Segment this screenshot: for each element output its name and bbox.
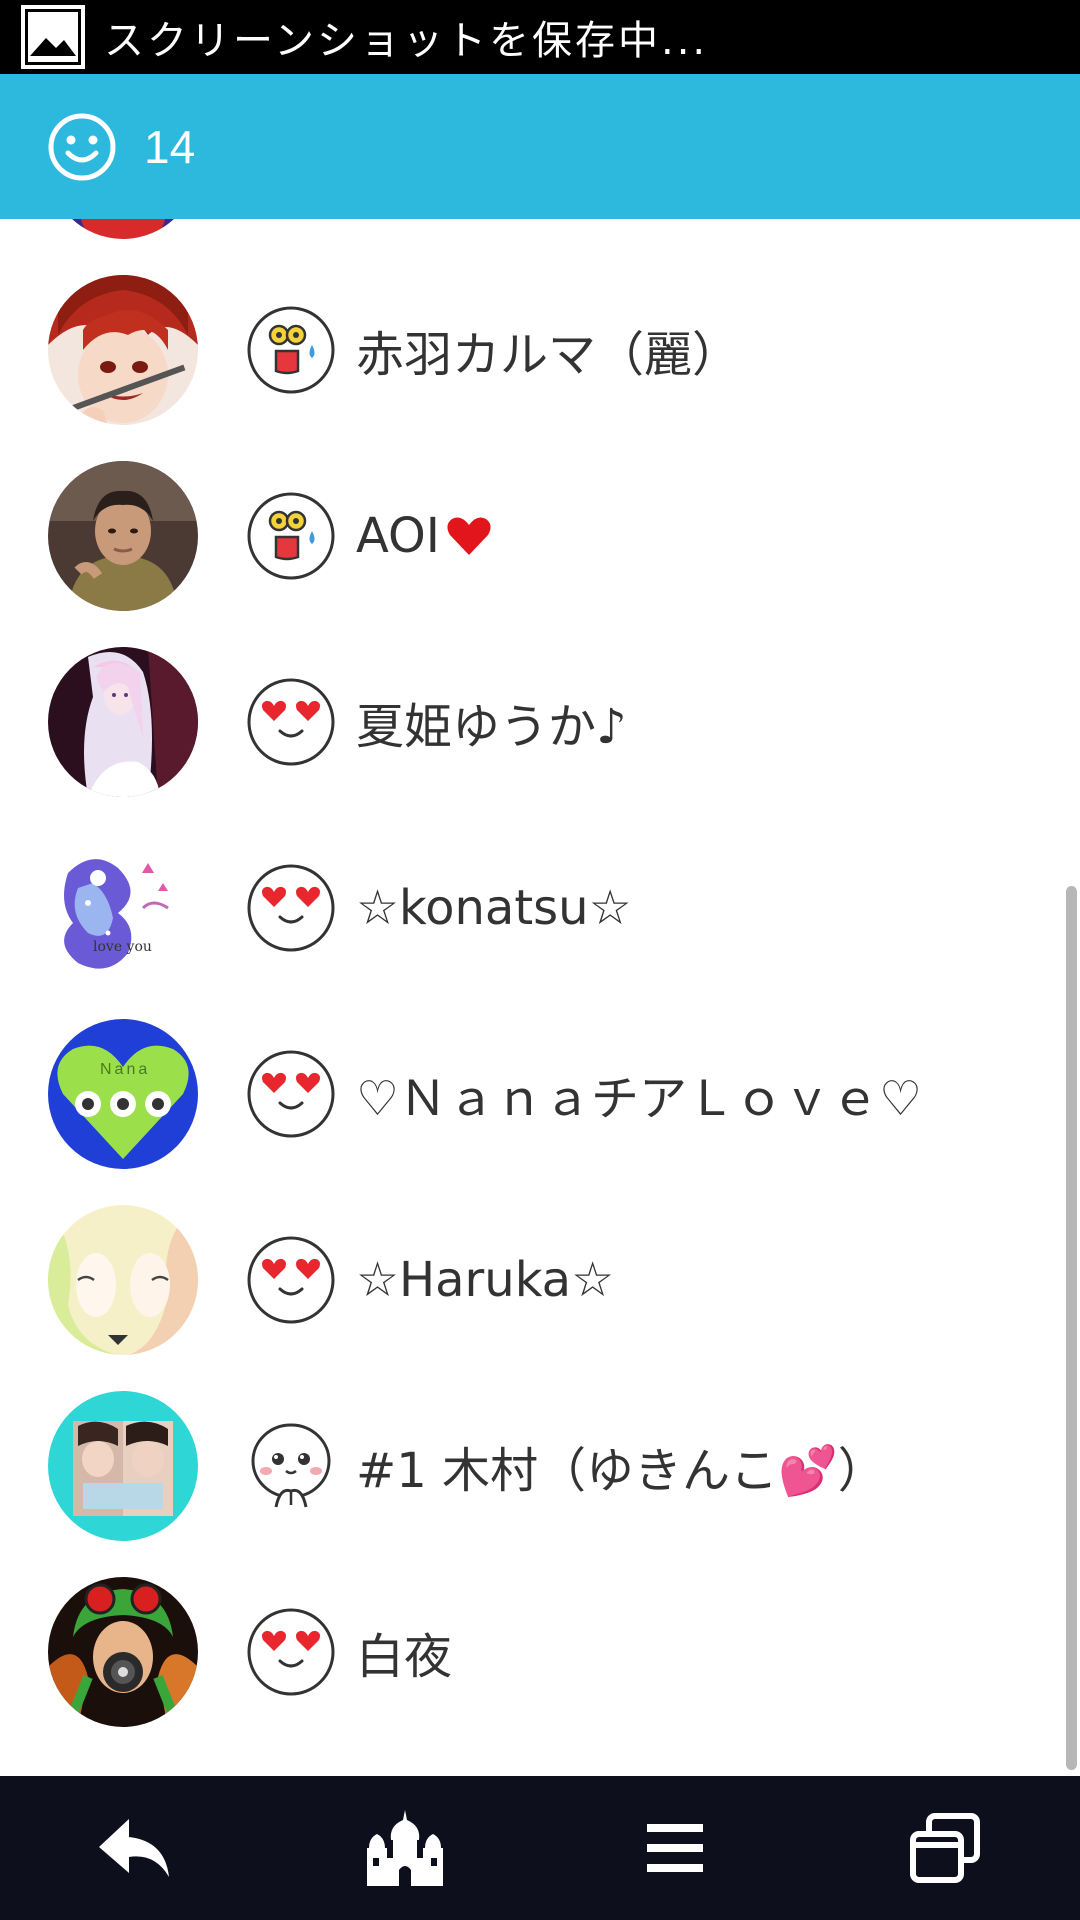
scared-face-icon [247,306,335,394]
user-name[interactable]: 夏姫ゆうか♪ [356,687,627,757]
heart-eyes-face-icon [247,678,335,766]
list-item[interactable]: #1 木村（ゆきんこ💕） [0,1373,1060,1559]
scrollbar[interactable] [1066,886,1077,1770]
avatar[interactable] [48,647,198,797]
user-list[interactable]: 赤羽カルマ（麗） AOI 夏姫ゆうか♪ love you ☆konatsu☆ N… [0,219,1080,1776]
avatar[interactable]: Nana [48,1019,198,1169]
avatar[interactable] [48,275,198,425]
avatar[interactable] [48,1391,198,1541]
header-bar: 14 [0,74,1080,219]
list-item[interactable]: love you ☆konatsu☆ [0,815,1060,1001]
list-item[interactable]: ☆Haruka☆ [0,1187,1060,1373]
avatar[interactable]: love you [48,833,198,983]
heart-eyes-face-icon [247,1236,335,1324]
user-name[interactable]: #1 木村（ゆきんこ💕） [356,1431,886,1501]
list-item[interactable]: 夏姫ゆうか♪ [0,629,1060,815]
user-name[interactable]: ♡ＮａｎａチアＬｏｖｅ♡ [356,1059,922,1129]
user-name[interactable]: ☆konatsu☆ [356,880,632,936]
avatar[interactable] [48,219,198,239]
back-button[interactable] [90,1803,180,1893]
picture-icon [21,5,85,69]
list-item[interactable]: Nana ♡ＮａｎａチアＬｏｖｅ♡ [0,1001,1060,1187]
hamburger-menu-icon [647,1824,703,1872]
list-item[interactable]: AOI [0,443,1060,629]
castle-icon [367,1810,443,1886]
heart-eyes-face-icon [247,1050,335,1138]
svg-text:love you: love you [93,939,152,955]
stacked-windows-icon [910,1813,980,1883]
user-name[interactable]: ☆Haruka☆ [356,1252,614,1308]
heart-eyes-face-icon [247,864,335,952]
status-bar: スクリーンショットを保存中... [0,0,1080,74]
avatar[interactable] [48,1205,198,1355]
reply-arrow-icon [99,1819,169,1877]
heart-eyes-face-icon [247,1608,335,1696]
avatar[interactable] [48,1577,198,1727]
scared-face-icon [247,492,335,580]
red-heart-icon [447,517,491,555]
user-name[interactable]: 白夜 [356,1617,452,1687]
windows-button[interactable] [900,1803,990,1893]
bottom-navigation [0,1776,1080,1920]
avatar[interactable] [48,461,198,611]
status-notification-text: スクリーンショットを保存中... [104,18,709,64]
user-name[interactable]: 赤羽カルマ（麗） [356,315,740,385]
reaction-count: 14 [144,120,196,173]
list-item[interactable]: 白夜 [0,1559,1060,1745]
list-item[interactable]: 赤羽カルマ（麗） [0,257,1060,443]
pleading-face-icon [251,1423,331,1508]
svg-text:Nana: Nana [100,1061,150,1078]
menu-button[interactable] [630,1803,720,1893]
smiley-icon[interactable] [46,111,118,183]
user-name[interactable]: AOI [356,508,440,564]
home-button[interactable] [360,1803,450,1893]
